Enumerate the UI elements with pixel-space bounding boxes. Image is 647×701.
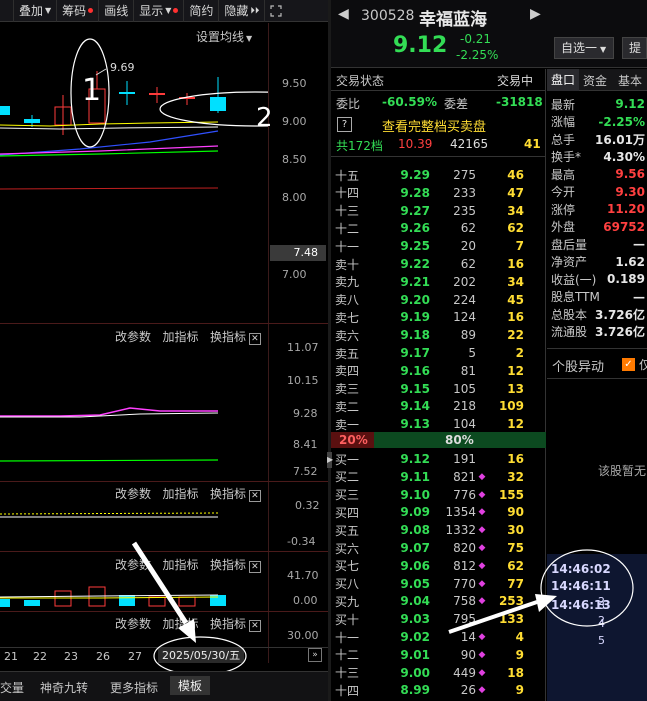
annotation-arrow — [131, 541, 189, 625]
tab-template[interactable]: 模板 — [170, 676, 211, 695]
notification-dot-icon — [88, 8, 94, 13]
notification-dot-icon — [173, 8, 179, 13]
kline-chart-area[interactable]: 设置均线 ▼ 9.50 9.00 8.50 8.00 7.48 7.00 9.6… — [0, 23, 328, 701]
simple-label: 简约 — [189, 4, 214, 18]
toolbar-left-edge — [0, 0, 14, 22]
chips-label: 筹码 — [62, 4, 87, 18]
bottom-tabs: 交量 神奇九转 更多指标 模板 — [0, 671, 328, 701]
overlay-label: 叠加 — [19, 4, 44, 18]
chevron-down-icon: ▼ — [45, 6, 52, 15]
annotation-arrow — [448, 600, 538, 634]
double-chevron-right-icon: ⏵⏵ — [250, 5, 260, 16]
toolbar-overlay-button[interactable]: 叠加 ▼ — [14, 0, 58, 22]
tab-more-indicators[interactable]: 更多指标 — [110, 679, 158, 696]
draw-label: 画线 — [104, 4, 129, 18]
fullscreen-svg — [270, 4, 283, 17]
toolbar-hide-button[interactable]: 隐藏 ⏵⏵ — [219, 0, 266, 22]
annotation-ellipse — [153, 636, 247, 676]
toolbar-simple-button[interactable]: 简约 — [184, 0, 220, 22]
annotation-ellipse — [540, 549, 634, 627]
toolbar-draw-button[interactable]: 画线 — [99, 0, 135, 22]
chevron-down-icon: ▼ — [165, 6, 172, 15]
annotation-arrowhead — [178, 619, 196, 643]
tab-volume[interactable]: 交量 — [0, 679, 24, 696]
display-label: 显示 — [139, 4, 164, 18]
tab-magic-nine[interactable]: 神奇九转 — [40, 679, 88, 696]
fullscreen-icon[interactable] — [265, 0, 287, 22]
annotation-overlay-svg — [131, 541, 247, 676]
annotation-arrowhead — [535, 594, 557, 612]
hide-label: 隐藏 — [224, 4, 249, 18]
annotation-overlay-svg — [448, 549, 634, 634]
chart-toolbar: 叠加 ▼ 筹码 画线 显示 ▼ 简约 隐藏 ⏵⏵ — [0, 0, 328, 22]
toolbar-display-button[interactable]: 显示 ▼ — [134, 0, 185, 22]
toolbar-chips-button[interactable]: 筹码 — [57, 0, 100, 22]
